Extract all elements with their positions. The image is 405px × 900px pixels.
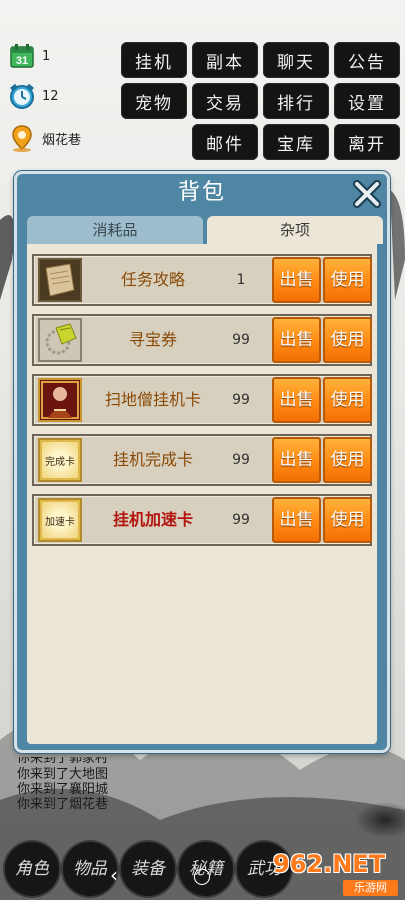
chat-line: 你来到了襄阳城 [17, 782, 109, 797]
nav-items-button[interactable]: 物品 [63, 842, 117, 896]
location-value: 烟花巷 [42, 132, 82, 148]
menu-trade-button[interactable]: 交易 [192, 83, 258, 119]
item-qty: 99 [232, 332, 250, 348]
menu-leave-button[interactable]: 离开 [334, 124, 400, 160]
svg-text:31: 31 [16, 55, 28, 67]
close-button[interactable] [351, 178, 383, 210]
home-nav-icon[interactable]: ◯ [193, 866, 211, 885]
back-nav-icon[interactable]: ‹ [110, 863, 118, 887]
use-button[interactable]: 使用 [323, 257, 372, 303]
complete-card-label: 完成卡 [40, 440, 80, 480]
speed-card-icon: 加速卡 [38, 498, 82, 542]
treasure-ticket-icon [38, 318, 82, 362]
item-qty: 99 [232, 392, 250, 408]
chat-line: 你来到了大地图 [17, 767, 109, 782]
use-button[interactable]: 使用 [323, 317, 372, 363]
item-qty: 99 [232, 452, 250, 468]
menu-mail-button[interactable]: 邮件 [192, 124, 258, 160]
list-item: 任务攻略 1 出售 使用 [32, 254, 372, 306]
menu-idle-button[interactable]: 挂机 [121, 42, 187, 78]
backpack-panel: 背包 消耗品 杂项 任务攻略 1 出售 使用 寻宝券 99 出售 使用 扫地僧挂… [14, 171, 390, 753]
list-item: 加速卡 挂机加速卡 99 出售 使用 [32, 494, 372, 546]
menu-settings-button[interactable]: 设置 [334, 83, 400, 119]
item-qty: 99 [232, 512, 250, 528]
location-pin-icon [8, 124, 36, 152]
sell-button[interactable]: 出售 [272, 497, 321, 543]
item-name: 任务攻略 [120, 270, 185, 289]
nav-character-button[interactable]: 角色 [5, 842, 59, 896]
time-status: 12 [8, 82, 59, 110]
list-item: 扫地僧挂机卡 99 出售 使用 [32, 374, 372, 426]
monk-card-icon [38, 378, 82, 422]
use-button[interactable]: 使用 [323, 497, 372, 543]
calendar-icon: 31 [8, 42, 36, 70]
menu-notice-button[interactable]: 公告 [334, 42, 400, 78]
alarm-clock-icon [8, 82, 36, 110]
chat-line: 你来到了郭家村 [17, 757, 109, 766]
sell-button[interactable]: 出售 [272, 257, 321, 303]
menu-treasury-button[interactable]: 宝库 [263, 124, 329, 160]
item-list: 任务攻略 1 出售 使用 寻宝券 99 出售 使用 扫地僧挂机卡 99 出售 使… [27, 244, 377, 744]
menu-rank-button[interactable]: 排行 [263, 83, 329, 119]
sell-button[interactable]: 出售 [272, 377, 321, 423]
speed-card-label: 加速卡 [40, 500, 80, 540]
sell-button[interactable]: 出售 [272, 317, 321, 363]
watermark-logo: 962.NET 乐游网 [273, 850, 398, 896]
item-name: 挂机加速卡 [112, 510, 193, 529]
day-value: 1 [42, 48, 51, 64]
scroll-icon [38, 258, 82, 302]
item-name: 挂机完成卡 [112, 450, 193, 469]
item-qty: 1 [236, 272, 246, 288]
day-status: 31 1 [8, 42, 50, 70]
complete-card-icon: 完成卡 [38, 438, 82, 482]
chat-line: 你来到了烟花巷 [17, 797, 109, 812]
nav-equipment-button[interactable]: 装备 [121, 842, 175, 896]
menu-chat-button[interactable]: 聊天 [263, 42, 329, 78]
use-button[interactable]: 使用 [323, 437, 372, 483]
item-name: 寻宝券 [128, 330, 177, 349]
time-value: 12 [42, 88, 59, 104]
close-icon [353, 180, 381, 208]
menu-dungeon-button[interactable]: 副本 [192, 42, 258, 78]
watermark-brand: 962.NET [273, 850, 386, 878]
list-item: 完成卡 挂机完成卡 99 出售 使用 [32, 434, 372, 486]
location-status: 烟花巷 [8, 124, 81, 152]
tab-misc[interactable]: 杂项 [207, 216, 383, 244]
use-button[interactable]: 使用 [323, 377, 372, 423]
panel-title: 背包 [177, 180, 226, 205]
chat-log: 你来到了郭家村 你来到了大地图 你来到了襄阳城 你来到了烟花巷 [17, 757, 217, 812]
list-item: 寻宝券 99 出售 使用 [32, 314, 372, 366]
item-name: 扫地僧挂机卡 [104, 390, 201, 409]
tab-consumables[interactable]: 消耗品 [27, 216, 203, 244]
sell-button[interactable]: 出售 [272, 437, 321, 483]
watermark-sub: 乐游网 [343, 880, 398, 896]
menu-pet-button[interactable]: 宠物 [121, 83, 187, 119]
